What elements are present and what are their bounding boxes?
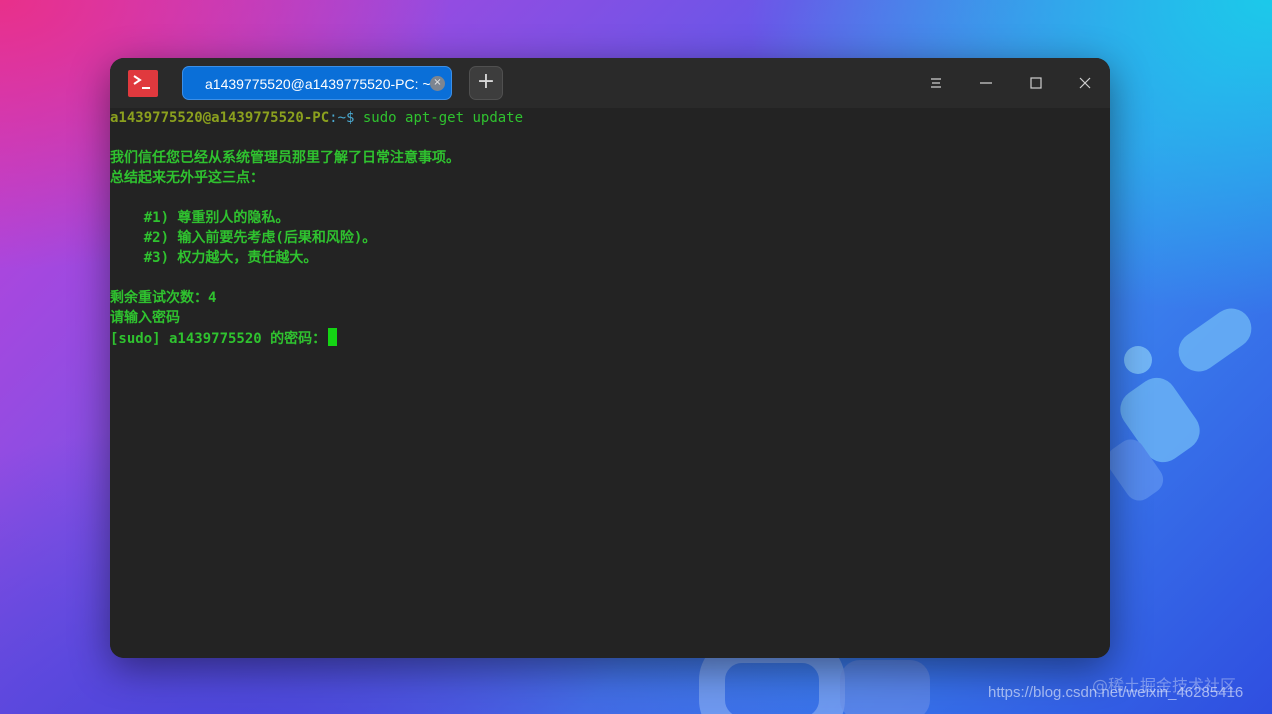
url-watermark: https://blog.csdn.net/weixin_46285416	[988, 684, 1244, 701]
new-tab-button[interactable]: +	[469, 66, 503, 100]
sudo-prompt-text: [sudo] a1439775520 的密码：	[110, 331, 327, 347]
prompt-separator: :~$	[329, 110, 355, 126]
terminal-window: a1439775520@a1439775520-PC: ~ × + a14397…	[110, 58, 1110, 658]
enter-password-line: 请输入密码	[110, 310, 180, 326]
tab-terminal-session[interactable]: a1439775520@a1439775520-PC: ~ ×	[182, 66, 452, 100]
retries-line: 剩余重试次数：4	[110, 290, 217, 306]
close-icon[interactable]	[1070, 68, 1100, 98]
tab-title: a1439775520@a1439775520-PC: ~	[205, 76, 431, 92]
terminal-app-icon	[128, 70, 158, 97]
lecture-line: 我们信任您已经从系统管理员那里了解了日常注意事项。	[110, 150, 460, 166]
maximize-icon[interactable]	[1021, 68, 1051, 98]
text-cursor	[328, 328, 338, 346]
title-bar: a1439775520@a1439775520-PC: ~ × +	[110, 58, 1110, 108]
terminal-output[interactable]: a1439775520@a1439775520-PC:~$ sudo apt-g…	[110, 108, 1110, 658]
lecture-line: #1) 尊重别人的隐私。	[110, 210, 290, 226]
tab-close-icon[interactable]: ×	[430, 76, 445, 91]
prompt-user: a1439775520@a1439775520-PC	[110, 110, 330, 126]
sudo-prompt-line: [sudo] a1439775520 的密码：	[110, 328, 338, 348]
lecture-line: 总结起来无外乎这三点：	[110, 170, 264, 186]
menu-icon[interactable]	[921, 68, 951, 98]
lecture-line: #2) 输入前要先考虑(后果和风险)。	[110, 230, 377, 246]
minimize-icon[interactable]	[971, 68, 1001, 98]
lecture-line: #3) 权力越大，责任越大。	[110, 250, 318, 266]
command-line: a1439775520@a1439775520-PC:~$ sudo apt-g…	[110, 108, 523, 128]
command-text: sudo apt-get update	[354, 110, 524, 126]
